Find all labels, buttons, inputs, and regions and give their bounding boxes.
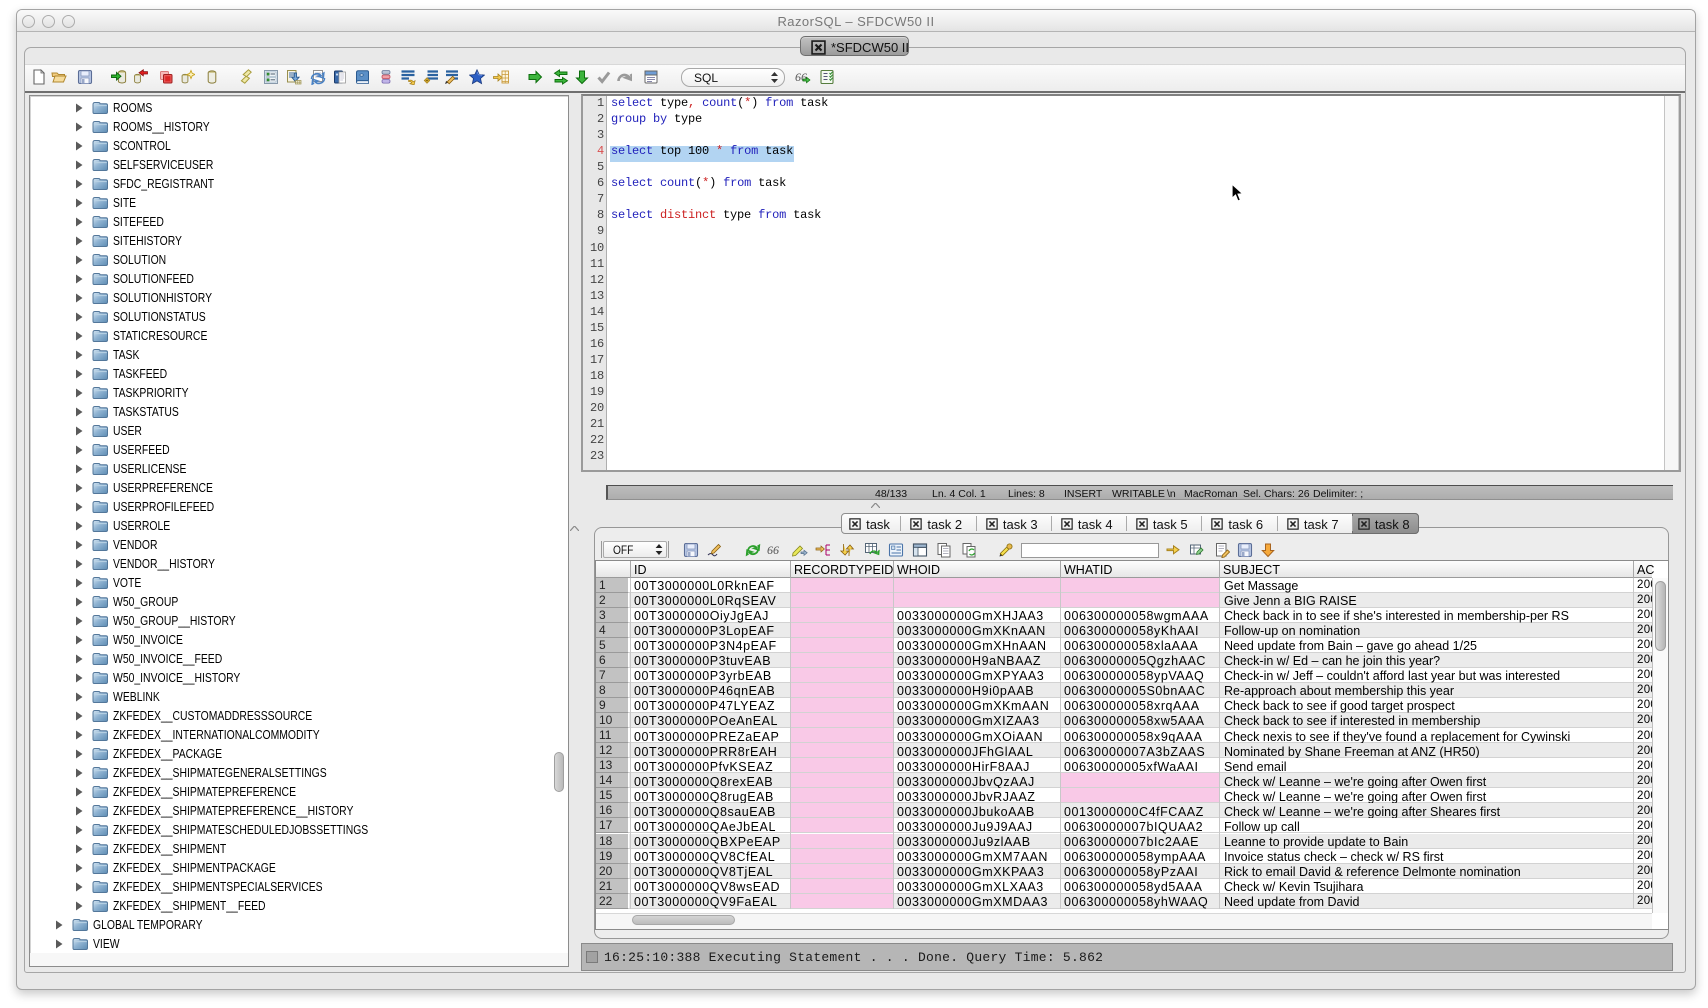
svg-text:66: 66: [795, 70, 807, 84]
svg-text:66: 66: [767, 543, 779, 557]
